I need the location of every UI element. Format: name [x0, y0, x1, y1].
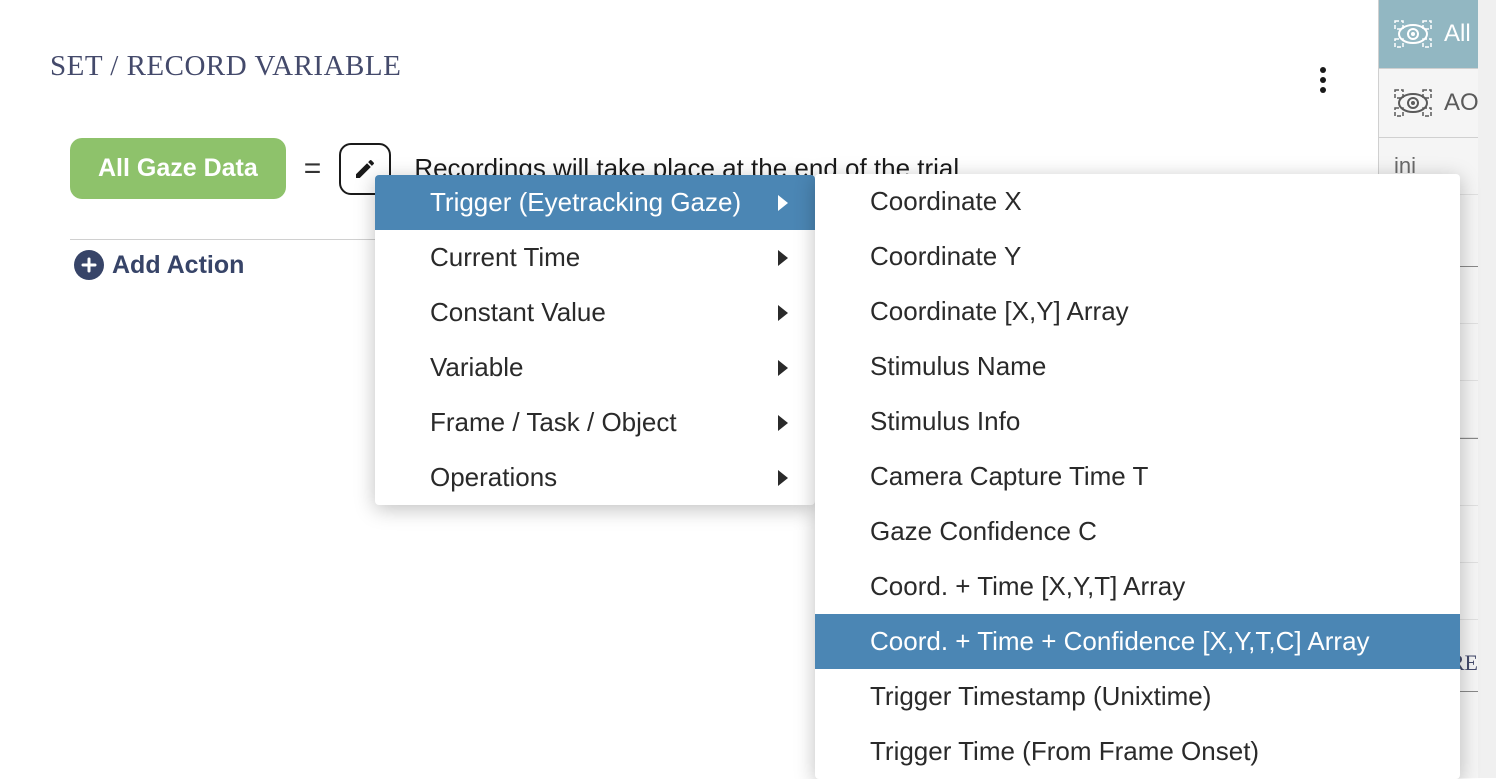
menu-item-stimulus-name[interactable]: Stimulus Name: [815, 339, 1460, 394]
menu-label: Trigger (Eyetracking Gaze): [430, 187, 741, 218]
menu-item-camera-capture-time[interactable]: Camera Capture Time T: [815, 449, 1460, 504]
dropdown-primary: Trigger (Eyetracking Gaze) Current Time …: [375, 175, 815, 505]
add-action-label: Add Action: [112, 251, 244, 280]
menu-item-trigger-eyetracking[interactable]: Trigger (Eyetracking Gaze): [375, 175, 815, 230]
eye-icon: [1394, 89, 1432, 117]
chevron-right-icon: [778, 250, 788, 266]
menu-label: Frame / Task / Object: [430, 407, 677, 438]
menu-item-stimulus-info[interactable]: Stimulus Info: [815, 394, 1460, 449]
menu-item-gaze-confidence[interactable]: Gaze Confidence C: [815, 504, 1460, 559]
menu-label: Current Time: [430, 242, 580, 273]
chevron-right-icon: [778, 470, 788, 486]
menu-label: Operations: [430, 462, 557, 493]
equals-sign: =: [304, 152, 322, 186]
chevron-right-icon: [778, 360, 788, 376]
dropdown-secondary: Coordinate X Coordinate Y Coordinate [X,…: [815, 174, 1460, 779]
menu-label: Gaze Confidence C: [870, 516, 1097, 547]
eye-icon: [1394, 20, 1432, 48]
more-vertical-icon: [1320, 67, 1326, 93]
menu-item-trigger-timestamp[interactable]: Trigger Timestamp (Unixtime): [815, 669, 1460, 724]
menu-label: Trigger Time (From Frame Onset): [870, 736, 1259, 767]
menu-item-operations[interactable]: Operations: [375, 450, 815, 505]
sidebar-tab-label: All: [1444, 20, 1471, 48]
menu-label: Stimulus Info: [870, 406, 1020, 437]
menu-item-current-time[interactable]: Current Time: [375, 230, 815, 285]
menu-item-coord-time-array[interactable]: Coord. + Time [X,Y,T] Array: [815, 559, 1460, 614]
menu-label: Stimulus Name: [870, 351, 1046, 382]
menu-item-coord-xy-array[interactable]: Coordinate [X,Y] Array: [815, 284, 1460, 339]
chevron-right-icon: [778, 305, 788, 321]
menu-label: Coord. + Time [X,Y,T] Array: [870, 571, 1185, 602]
menu-item-trigger-time-frame-onset[interactable]: Trigger Time (From Frame Onset): [815, 724, 1460, 779]
menu-item-coord-x[interactable]: Coordinate X: [815, 174, 1460, 229]
menu-label: Constant Value: [430, 297, 606, 328]
menu-item-coord-y[interactable]: Coordinate Y: [815, 229, 1460, 284]
menu-label: Coordinate [X,Y] Array: [870, 296, 1129, 327]
menu-item-variable[interactable]: Variable: [375, 340, 815, 395]
menu-item-constant-value[interactable]: Constant Value: [375, 285, 815, 340]
menu-item-frame-task-object[interactable]: Frame / Task / Object: [375, 395, 815, 450]
variable-name-pill[interactable]: All Gaze Data: [70, 138, 286, 199]
more-options-button[interactable]: [1308, 65, 1338, 95]
sidebar-tab-label: AO: [1444, 89, 1479, 117]
plus-circle-icon: [74, 250, 104, 280]
chevron-right-icon: [778, 195, 788, 211]
menu-label: Variable: [430, 352, 523, 383]
chevron-right-icon: [778, 415, 788, 431]
menu-label: Coord. + Time + Confidence [X,Y,T,C] Arr…: [870, 626, 1370, 657]
menu-label: Trigger Timestamp (Unixtime): [870, 681, 1211, 712]
menu-label: Camera Capture Time T: [870, 461, 1148, 492]
menu-label: Coordinate X: [870, 186, 1022, 217]
menu-label: Coordinate Y: [870, 241, 1021, 272]
scrollbar[interactable]: [1478, 0, 1496, 778]
menu-item-coord-time-conf-array[interactable]: Coord. + Time + Confidence [X,Y,T,C] Arr…: [815, 614, 1460, 669]
section-title: SET / RECORD VARIABLE: [50, 50, 1328, 83]
pencil-icon: [353, 157, 377, 181]
